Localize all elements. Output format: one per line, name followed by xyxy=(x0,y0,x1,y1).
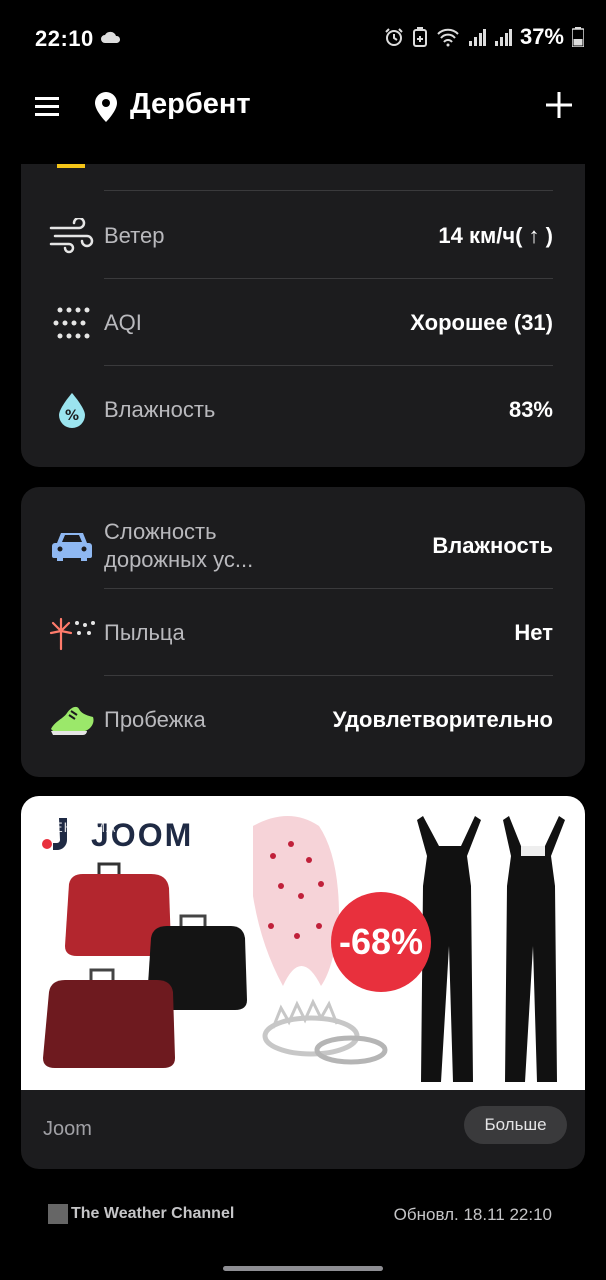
running-label: Пробежка xyxy=(104,706,206,732)
humidity-value: 83% xyxy=(508,396,553,422)
ad-more-button[interactable]: Больше xyxy=(464,1106,567,1144)
wind-value: 14 км/ч( ↑ ) xyxy=(438,222,553,248)
ad-label: РЕКЛАМА xyxy=(43,819,117,835)
divider xyxy=(104,190,553,191)
location-pin-icon xyxy=(95,92,117,122)
driving-value: Влажность xyxy=(432,532,553,558)
humidity-drop-icon: % xyxy=(49,390,95,430)
running-value: Удовлетворительно xyxy=(332,706,553,732)
app-bar xyxy=(0,80,606,164)
aqi-label: AQI xyxy=(104,309,142,335)
status-icons: 37% xyxy=(384,24,584,50)
car-icon xyxy=(49,526,95,566)
detail-row-aqi: AQI Хорошее (31) xyxy=(21,279,585,366)
pollen-icon xyxy=(49,613,95,653)
driving-label: Сложность дорожных ус... xyxy=(104,518,254,572)
svg-text:%: % xyxy=(65,408,79,424)
wind-icon xyxy=(49,216,95,256)
battery-icon xyxy=(572,27,584,47)
battery-saver-icon xyxy=(412,27,427,47)
updated-timestamp: Обновл. 18.11 22:10 xyxy=(393,1205,552,1224)
pollen-value: Нет xyxy=(514,619,553,645)
detail-row-running: Пробежка Удовлетворительно xyxy=(21,676,585,763)
home-indicator[interactable] xyxy=(223,1266,383,1271)
signal-icon-2 xyxy=(494,29,512,46)
aqi-value: Хорошее (31) xyxy=(410,309,553,335)
wifi-icon xyxy=(437,28,459,47)
wind-label: Ветер xyxy=(104,222,165,248)
weather-details-card: Ветер 14 км/ч( ↑ ) AQI Хорошее (31) % Вл… xyxy=(21,164,585,467)
weather-channel-link[interactable]: The Weather Channel xyxy=(71,1205,234,1223)
battery-percent: 37% xyxy=(519,24,564,49)
detail-row-driving: Сложность дорожных ус... Влажность xyxy=(21,502,585,589)
ad-banner-image[interactable]: РЕКЛАМА JOOM -68% xyxy=(21,796,585,1090)
pollen-label: Пыльца xyxy=(104,619,185,645)
activity-card: Сложность дорожных ус... Влажность Пыльц… xyxy=(21,487,585,777)
detail-row-wind: Ветер 14 км/ч( ↑ ) xyxy=(21,192,585,279)
add-location-icon[interactable] xyxy=(546,92,572,118)
weather-channel-logo-icon[interactable] xyxy=(48,1204,68,1224)
city-title[interactable]: Дербент xyxy=(130,88,251,121)
ad-discount-badge: -68% xyxy=(331,892,431,992)
humidity-label: Влажность xyxy=(104,396,216,422)
ad-advertiser-name: Joom xyxy=(43,1118,92,1140)
running-shoe-icon xyxy=(49,700,95,740)
detail-row-pollen: Пыльца Нет xyxy=(21,589,585,676)
alarm-icon xyxy=(385,28,403,46)
status-time: 22:10 xyxy=(35,26,94,51)
ad-card[interactable]: РЕКЛАМА JOOM -68% Joom Больше xyxy=(21,796,585,1169)
partial-row-icon xyxy=(57,164,85,168)
detail-row-humidity: % Влажность 83% xyxy=(21,366,585,453)
status-bar: 22:10 37% xyxy=(0,0,606,80)
signal-icon xyxy=(468,29,486,46)
cloud-icon xyxy=(101,31,121,43)
aqi-dots-icon xyxy=(49,303,95,343)
menu-icon[interactable] xyxy=(35,96,59,116)
